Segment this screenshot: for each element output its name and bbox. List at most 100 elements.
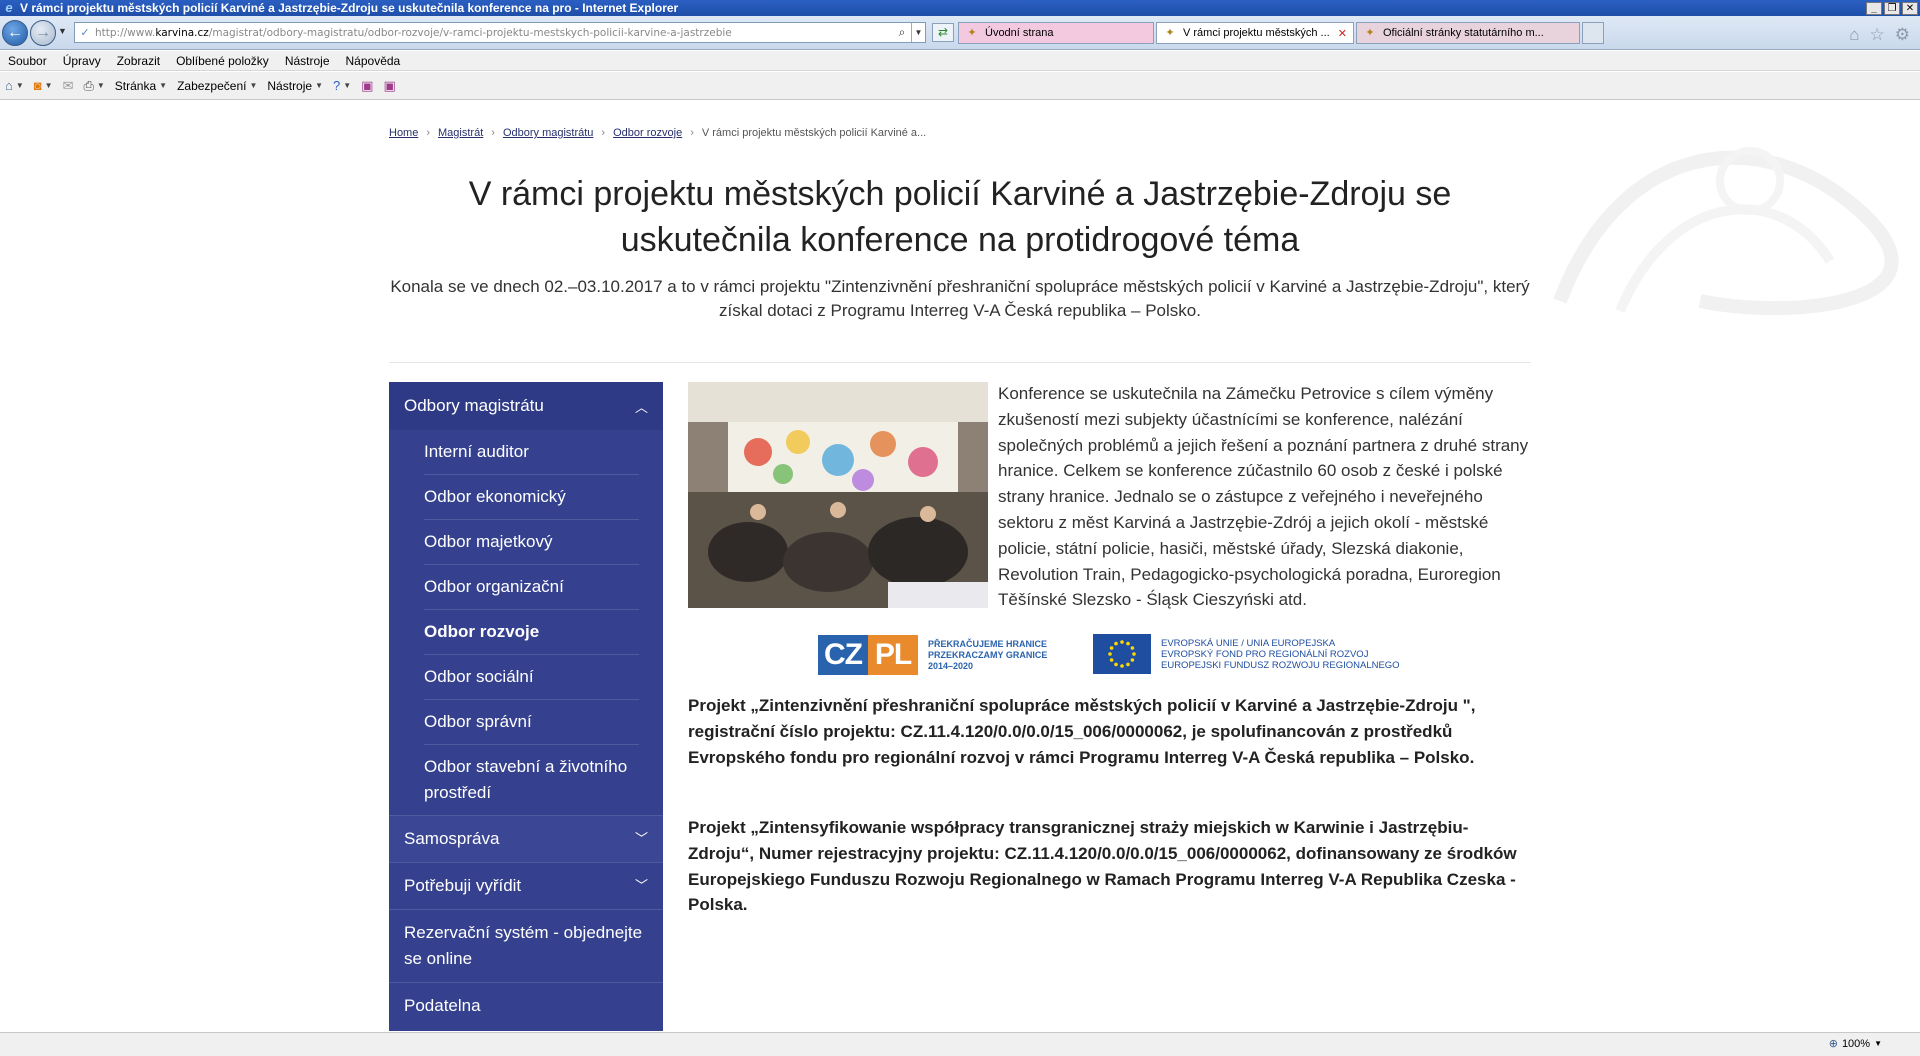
eu-flag-icon bbox=[1093, 634, 1151, 674]
sidebar-item-odbor-rozvoje[interactable]: Odbor rozvoje bbox=[424, 610, 639, 655]
tab-article[interactable]: ✦ V rámci projektu městských ... ✕ bbox=[1156, 22, 1354, 44]
tab-official[interactable]: ✦ Oficiální stránky statutárního m... bbox=[1356, 22, 1580, 44]
home-command[interactable]: ⌂ ▼ bbox=[0, 78, 29, 93]
restore-button[interactable]: ❐ bbox=[1884, 1, 1900, 15]
breadcrumb-separator-icon: › bbox=[491, 127, 495, 139]
tools-menu[interactable]: Nástroje ▼ bbox=[262, 79, 328, 93]
sidebar-item-odbor-stavebni[interactable]: Odbor stavební a životního prostředí bbox=[424, 745, 639, 815]
address-bar[interactable]: ✓ http://www.karvina.cz/magistrat/odbory… bbox=[74, 22, 926, 43]
czpl-line: 2014–2020 bbox=[928, 660, 974, 671]
address-url[interactable]: http://www.karvina.cz/magistrat/odbory-m… bbox=[95, 27, 893, 39]
interreg-czpl-logo: CZ PL PŘEKRAČUJEME HRANICE PRZEKRACZAMY … bbox=[818, 634, 1058, 676]
address-dropdown-icon[interactable]: ▼ bbox=[911, 23, 925, 42]
czpl-line: PŘEKRAČUJEME HRANICE bbox=[928, 638, 1048, 649]
sidebar-item-odbor-majetkovy[interactable]: Odbor majetkový bbox=[424, 520, 639, 565]
tab-label: Oficiální stránky statutárního m... bbox=[1383, 27, 1544, 39]
menu-help[interactable]: Nápověda bbox=[338, 54, 409, 68]
help-command[interactable]: ? ▼ bbox=[328, 78, 356, 93]
page-menu[interactable]: Stránka ▼ bbox=[110, 79, 172, 93]
url-prefix: http://www. bbox=[95, 26, 156, 39]
breadcrumb-magistrat[interactable]: Magistrát bbox=[438, 127, 483, 139]
chevron-down-icon: ▼ bbox=[249, 81, 258, 90]
tab-strip: ✦ Úvodní strana ✦ V rámci projektu městs… bbox=[958, 22, 1604, 44]
sidebar-section-potrebuji-vyridit[interactable]: Potřebuji vyřídit ﹀ bbox=[389, 862, 663, 909]
mail-command[interactable]: ✉ bbox=[58, 78, 79, 94]
home-icon[interactable]: ⌂ bbox=[1849, 25, 1859, 45]
breadcrumb-odbory[interactable]: Odbory magistrátu bbox=[503, 127, 593, 139]
home-icon: ⌂ bbox=[5, 78, 13, 93]
menu-favorites[interactable]: Oblíbené položky bbox=[168, 54, 277, 68]
back-button[interactable]: ← bbox=[2, 20, 28, 46]
help-icon: ? bbox=[333, 78, 341, 93]
addon-command-2[interactable]: ▣ bbox=[378, 78, 400, 94]
eu-star bbox=[1108, 652, 1112, 656]
project-info-cz: Projekt „Zintenzivnění přeshraniční spol… bbox=[688, 696, 1476, 767]
breadcrumb-odbor-rozvoje[interactable]: Odbor rozvoje bbox=[613, 127, 682, 139]
menu-bar: Soubor Úpravy Zobrazit Oblíbené položky … bbox=[0, 51, 1920, 71]
divider bbox=[389, 362, 1531, 363]
browser-navbar: ← → ▼ ✓ http://www.karvina.cz/magistrat/… bbox=[0, 16, 1920, 50]
sidebar-section-label: Samospráva bbox=[404, 829, 500, 848]
sidebar-section-odbory[interactable]: Odbory magistrátu ︿ bbox=[389, 382, 663, 430]
addon-command-1[interactable]: ▣ bbox=[356, 78, 378, 94]
sidebar-section-label: Podatelna bbox=[404, 996, 481, 1015]
url-path: /magistrat/odbory-magistratu/odbor-rozvo… bbox=[208, 26, 732, 39]
tab-label: Úvodní strana bbox=[985, 27, 1054, 39]
eu-star bbox=[1126, 641, 1130, 646]
menu-view[interactable]: Zobrazit bbox=[109, 54, 168, 68]
breadcrumb-separator-icon: › bbox=[690, 127, 694, 139]
page-viewport: Home › Magistrát › Odbory magistrátu › O… bbox=[0, 101, 1920, 1031]
eu-star bbox=[1109, 646, 1114, 650]
eu-star bbox=[1126, 662, 1130, 667]
eu-line: EVROPSKÁ UNIE / UNIA EUROPEJSKA bbox=[1161, 637, 1336, 649]
sidebar-item-odbor-ekonomicky[interactable]: Odbor ekonomický bbox=[424, 475, 639, 520]
menu-tools[interactable]: Nástroje bbox=[277, 54, 338, 68]
article-body: Konference se uskutečnila na Zámečku Pet… bbox=[998, 384, 1529, 610]
zoom-control[interactable]: ⊕ 100% ▼ bbox=[1828, 1037, 1882, 1051]
refresh-button[interactable]: ⇄ bbox=[932, 23, 954, 42]
print-command[interactable]: ⎙ ▼ bbox=[78, 78, 109, 94]
sidebar-item-odbor-spravni[interactable]: Odbor správní bbox=[424, 700, 639, 745]
eu-star bbox=[1114, 662, 1118, 667]
new-tab-button[interactable] bbox=[1582, 22, 1604, 44]
eu-erdf-logo: EVROPSKÁ UNIE / UNIA EUROPEJSKA EVROPSKÝ… bbox=[1093, 633, 1433, 675]
security-menu[interactable]: Zabezpečení ▼ bbox=[172, 79, 262, 93]
close-window-button[interactable]: ✕ bbox=[1902, 1, 1918, 15]
sidebar-section-label: Odbory magistrátu bbox=[404, 396, 544, 415]
sidebar-item-odbor-socialni[interactable]: Odbor sociální bbox=[424, 655, 639, 700]
eu-star bbox=[1132, 652, 1136, 656]
breadcrumb-current: V rámci projektu městských policií Karvi… bbox=[701, 127, 927, 139]
zoom-level: 100% bbox=[1841, 1037, 1871, 1050]
forward-button[interactable]: → bbox=[30, 20, 56, 46]
zoom-icon: ⊕ bbox=[1828, 1038, 1838, 1050]
url-domain: karvina.cz bbox=[155, 26, 209, 39]
article-lead: Konala se ve dnech 02.–03.10.2017 a to v… bbox=[390, 277, 1530, 320]
eu-star bbox=[1120, 664, 1124, 668]
breadcrumb-home[interactable]: Home bbox=[389, 127, 418, 139]
feeds-command[interactable]: ◙ ▼ bbox=[29, 78, 58, 93]
breadcrumb-separator-icon: › bbox=[426, 127, 431, 139]
search-icon[interactable]: ⌕ bbox=[893, 25, 911, 40]
page-icon: ✓ bbox=[80, 27, 90, 39]
close-tab-icon[interactable]: ✕ bbox=[1338, 27, 1347, 40]
minimize-button[interactable]: _ bbox=[1866, 1, 1882, 15]
favorites-star-icon[interactable]: ☆ bbox=[1870, 25, 1885, 45]
status-bar: ⊕ 100% ▼ bbox=[0, 1032, 1920, 1056]
security-menu-label: Zabezpečení bbox=[177, 78, 247, 93]
menu-file[interactable]: Soubor bbox=[0, 54, 55, 68]
window-titlebar: e V rámci projektu městských policií Kar… bbox=[0, 0, 1920, 16]
menu-edit[interactable]: Úpravy bbox=[55, 54, 109, 68]
page-menu-label: Stránka bbox=[114, 78, 157, 93]
sidebar-section-samosprava[interactable]: Samospráva ﹀ bbox=[389, 815, 663, 862]
site-favicon-icon: ✦ bbox=[1165, 27, 1175, 39]
tab-home[interactable]: ✦ Úvodní strana bbox=[958, 22, 1154, 44]
sidebar-item-rezervacni-system[interactable]: Rezervační systém - objednejte se online bbox=[389, 909, 663, 982]
history-dropdown-icon[interactable]: ▼ bbox=[58, 26, 67, 36]
sidebar-item-podatelna[interactable]: Podatelna bbox=[389, 982, 663, 1029]
settings-gear-icon[interactable]: ⚙ bbox=[1895, 25, 1910, 45]
sidebar-item-interni-auditor[interactable]: Interní auditor bbox=[424, 430, 639, 475]
chevron-down-icon: ﹀ bbox=[634, 831, 648, 846]
chevron-down-icon: ▼ bbox=[315, 81, 323, 90]
sidebar-item-odbor-organizacni[interactable]: Odbor organizační bbox=[424, 565, 639, 610]
print-icon: ⎙ bbox=[83, 77, 94, 93]
